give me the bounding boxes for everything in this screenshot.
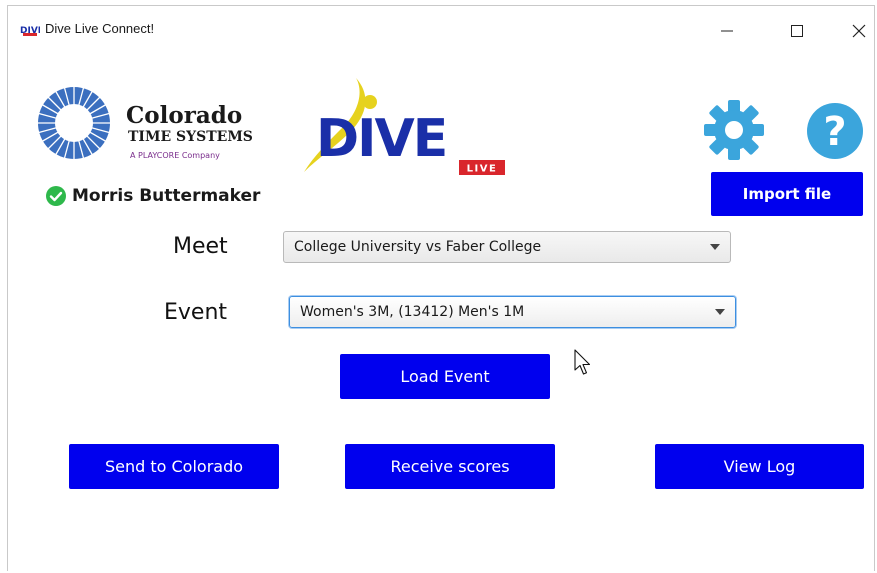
minimize-icon xyxy=(721,30,733,32)
meet-select[interactable]: College University vs Faber College xyxy=(283,231,731,263)
help-icon[interactable]: ? xyxy=(805,101,865,161)
send-to-colorado-button[interactable]: Send to Colorado xyxy=(69,444,279,489)
user-name: Morris Buttermaker xyxy=(72,186,261,206)
event-select-value: Women's 3M, (13412) Men's 1M xyxy=(300,304,525,320)
close-icon xyxy=(852,24,866,38)
cts-line1: Colorado xyxy=(126,102,242,129)
dive-word: DIVE xyxy=(316,109,446,169)
sunburst-icon xyxy=(36,85,112,161)
gear-icon[interactable] xyxy=(704,100,764,160)
user-status: Morris Buttermaker xyxy=(46,184,260,208)
meet-select-value: College University vs Faber College xyxy=(294,239,542,255)
app-window: DIVE Dive Live Connect! xyxy=(7,5,875,571)
live-badge: LIVE xyxy=(467,164,498,175)
import-file-button[interactable]: Import file xyxy=(711,172,863,216)
view-log-button[interactable]: View Log xyxy=(655,444,864,489)
title-bar: DIVE Dive Live Connect! xyxy=(8,6,874,50)
svg-text:?: ? xyxy=(823,109,846,155)
app-icon: DIVE xyxy=(20,26,40,36)
maximize-button[interactable] xyxy=(774,14,820,46)
event-select[interactable]: Women's 3M, (13412) Men's 1M xyxy=(289,296,736,328)
cts-line2: TIME SYSTEMS xyxy=(128,129,253,145)
check-circle-icon xyxy=(46,186,66,206)
meet-label: Meet xyxy=(173,234,228,259)
colorado-time-systems-logo: Colorado TIME SYSTEMS A PLAYCORE Company xyxy=(36,85,253,161)
load-event-button[interactable]: Load Event xyxy=(340,354,550,399)
receive-scores-button[interactable]: Receive scores xyxy=(345,444,555,489)
maximize-icon xyxy=(791,25,803,37)
mouse-cursor-icon xyxy=(574,349,591,375)
close-button[interactable] xyxy=(836,14,877,46)
window-title: Dive Live Connect! xyxy=(45,21,155,36)
cts-line3: A PLAYCORE Company xyxy=(130,151,220,160)
chevron-down-icon xyxy=(710,244,720,250)
chevron-down-icon xyxy=(715,309,725,315)
minimize-button[interactable] xyxy=(704,14,750,46)
event-label: Event xyxy=(164,300,228,325)
dive-live-logo: DIVE LIVE xyxy=(304,78,505,175)
